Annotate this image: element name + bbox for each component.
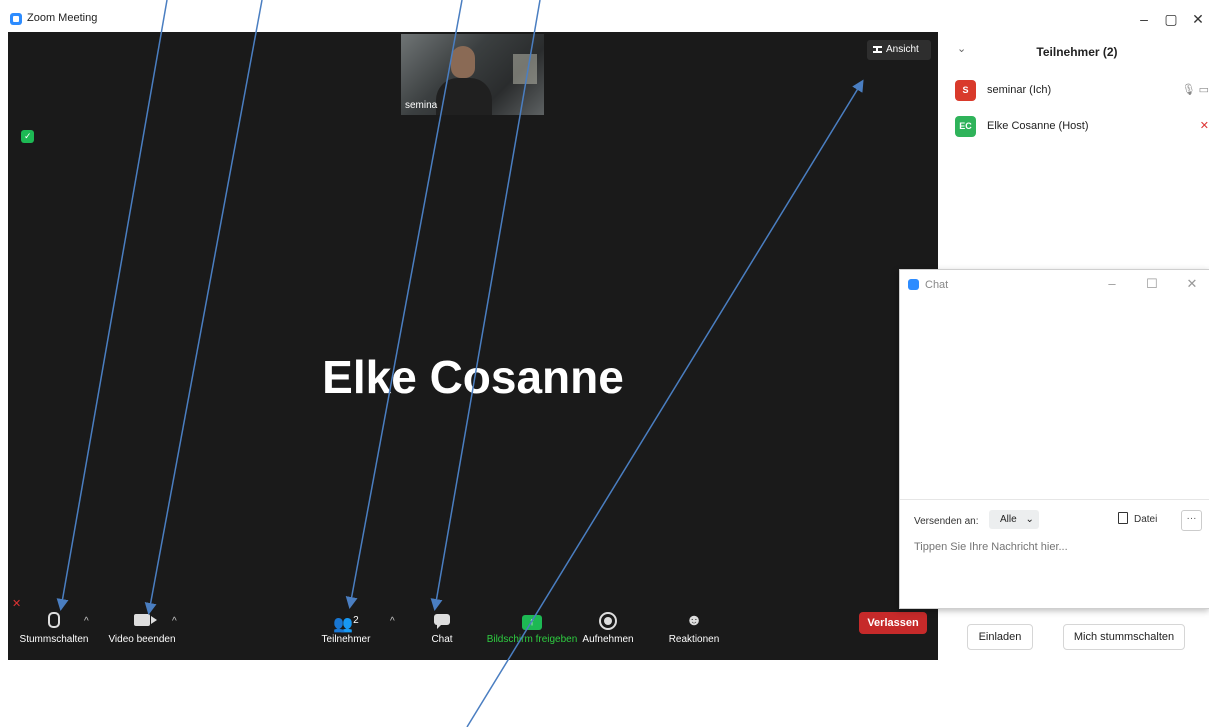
chat-title-bar: Chat – ☐ ✕ — [900, 270, 1209, 298]
video-label: Video beenden — [108, 634, 176, 645]
self-video-person — [451, 46, 475, 78]
send-to-label: Versenden an: — [914, 516, 979, 527]
view-button-label: Ansicht — [886, 44, 919, 55]
encryption-shield-icon[interactable]: ✓ — [21, 130, 34, 143]
file-icon — [1118, 512, 1128, 524]
invite-button[interactable]: Einladen — [967, 624, 1033, 650]
participants-label: Teilnehmer — [321, 634, 371, 645]
grid-view-icon — [873, 46, 882, 53]
avatar: EC — [955, 116, 976, 137]
participants-button[interactable]: 👥2 Teilnehmer — [314, 608, 378, 645]
more-options-button[interactable]: ··· — [1181, 510, 1202, 531]
chat-button[interactable]: Chat — [422, 608, 462, 645]
view-button[interactable]: Ansicht — [867, 40, 931, 60]
send-to-value: Alle — [1000, 514, 1017, 525]
meeting-video-area: semina ✓ Ansicht Elke Cosanne ✕ Stummsch… — [8, 32, 938, 660]
share-screen-button[interactable]: ↑ Bildschirm freigeben — [482, 608, 582, 645]
file-label: Datei — [1134, 514, 1158, 525]
chat-close-button[interactable]: ✕ — [1182, 276, 1202, 292]
share-label: Bildschirm freigeben — [486, 634, 578, 645]
send-to-select[interactable]: Alle ⌄ — [989, 510, 1039, 529]
microphone-icon — [48, 612, 60, 628]
self-view-name: semina — [405, 100, 438, 111]
self-video-tile[interactable]: semina — [401, 34, 544, 115]
leave-button[interactable]: Verlassen — [859, 612, 927, 634]
camera-icon — [134, 614, 157, 626]
self-video-body — [436, 78, 492, 115]
file-button[interactable]: Datei — [1118, 512, 1157, 525]
reactions-label: Reaktionen — [668, 634, 720, 645]
restore-button[interactable]: ▢ — [1157, 8, 1185, 30]
chat-label: Chat — [431, 634, 453, 645]
participants-icon: 👥 — [333, 616, 354, 633]
chat-divider — [900, 499, 1209, 500]
smiley-plus-icon: ☻ — [685, 612, 703, 629]
camera-icon: ▭ — [1198, 84, 1209, 96]
video-options-chevron-icon[interactable]: ^ — [172, 616, 177, 627]
zoom-logo-icon — [908, 279, 919, 290]
zoom-logo-icon — [10, 13, 22, 25]
record-button[interactable]: Aufnehmen — [580, 608, 636, 645]
participant-name: seminar (Ich) — [987, 84, 1052, 96]
chat-bubble-icon — [434, 614, 450, 629]
share-arrow-icon: ↑ — [522, 615, 542, 630]
close-button[interactable]: ✕ — [1184, 8, 1209, 30]
mute-button[interactable]: Stummschalten — [16, 608, 92, 645]
participant-row[interactable]: EC Elke Cosanne (Host) ✕ — [955, 116, 1209, 138]
meeting-toolbar: Stummschalten ^ Video beenden ^ 👥2 Teiln… — [8, 600, 938, 660]
minimize-button[interactable]: – — [1130, 8, 1158, 30]
title-bar: Zoom Meeting – ▢ ✕ — [0, 0, 1209, 32]
audio-options-chevron-icon[interactable]: ^ — [84, 616, 89, 627]
mute-me-button[interactable]: Mich stummschalten — [1063, 624, 1185, 650]
mute-label: Stummschalten — [19, 634, 89, 645]
record-icon — [599, 612, 617, 630]
participants-count: 2 — [353, 615, 359, 626]
microphone-icon: 🎙 — [1181, 84, 1196, 96]
chevron-down-icon: ⌄ — [1025, 514, 1034, 525]
chat-maximize-button[interactable]: ☐ — [1142, 276, 1162, 292]
participant-row[interactable]: S seminar (Ich) 🎙 ▭ — [955, 80, 1209, 102]
chat-window-title: Chat — [925, 279, 949, 291]
muted-mic-icon: ✕ — [1199, 120, 1209, 132]
avatar: S — [955, 80, 976, 101]
record-label: Aufnehmen — [582, 634, 634, 645]
chat-minimize-button[interactable]: – — [1102, 276, 1122, 291]
participants-options-chevron-icon[interactable]: ^ — [390, 616, 395, 627]
participants-panel-title: Teilnehmer (2) — [1036, 45, 1118, 59]
window-title: Zoom Meeting — [27, 12, 98, 24]
participant-name: Elke Cosanne (Host) — [987, 120, 1089, 132]
background-shelf — [513, 54, 537, 84]
chat-message-input[interactable] — [914, 541, 1194, 553]
chat-window: Chat – ☐ ✕ Versenden an: Alle ⌄ Datei ··… — [899, 269, 1209, 609]
active-speaker-name: Elke Cosanne — [322, 351, 624, 403]
reactions-button[interactable]: ☻ Reaktionen — [664, 608, 724, 645]
